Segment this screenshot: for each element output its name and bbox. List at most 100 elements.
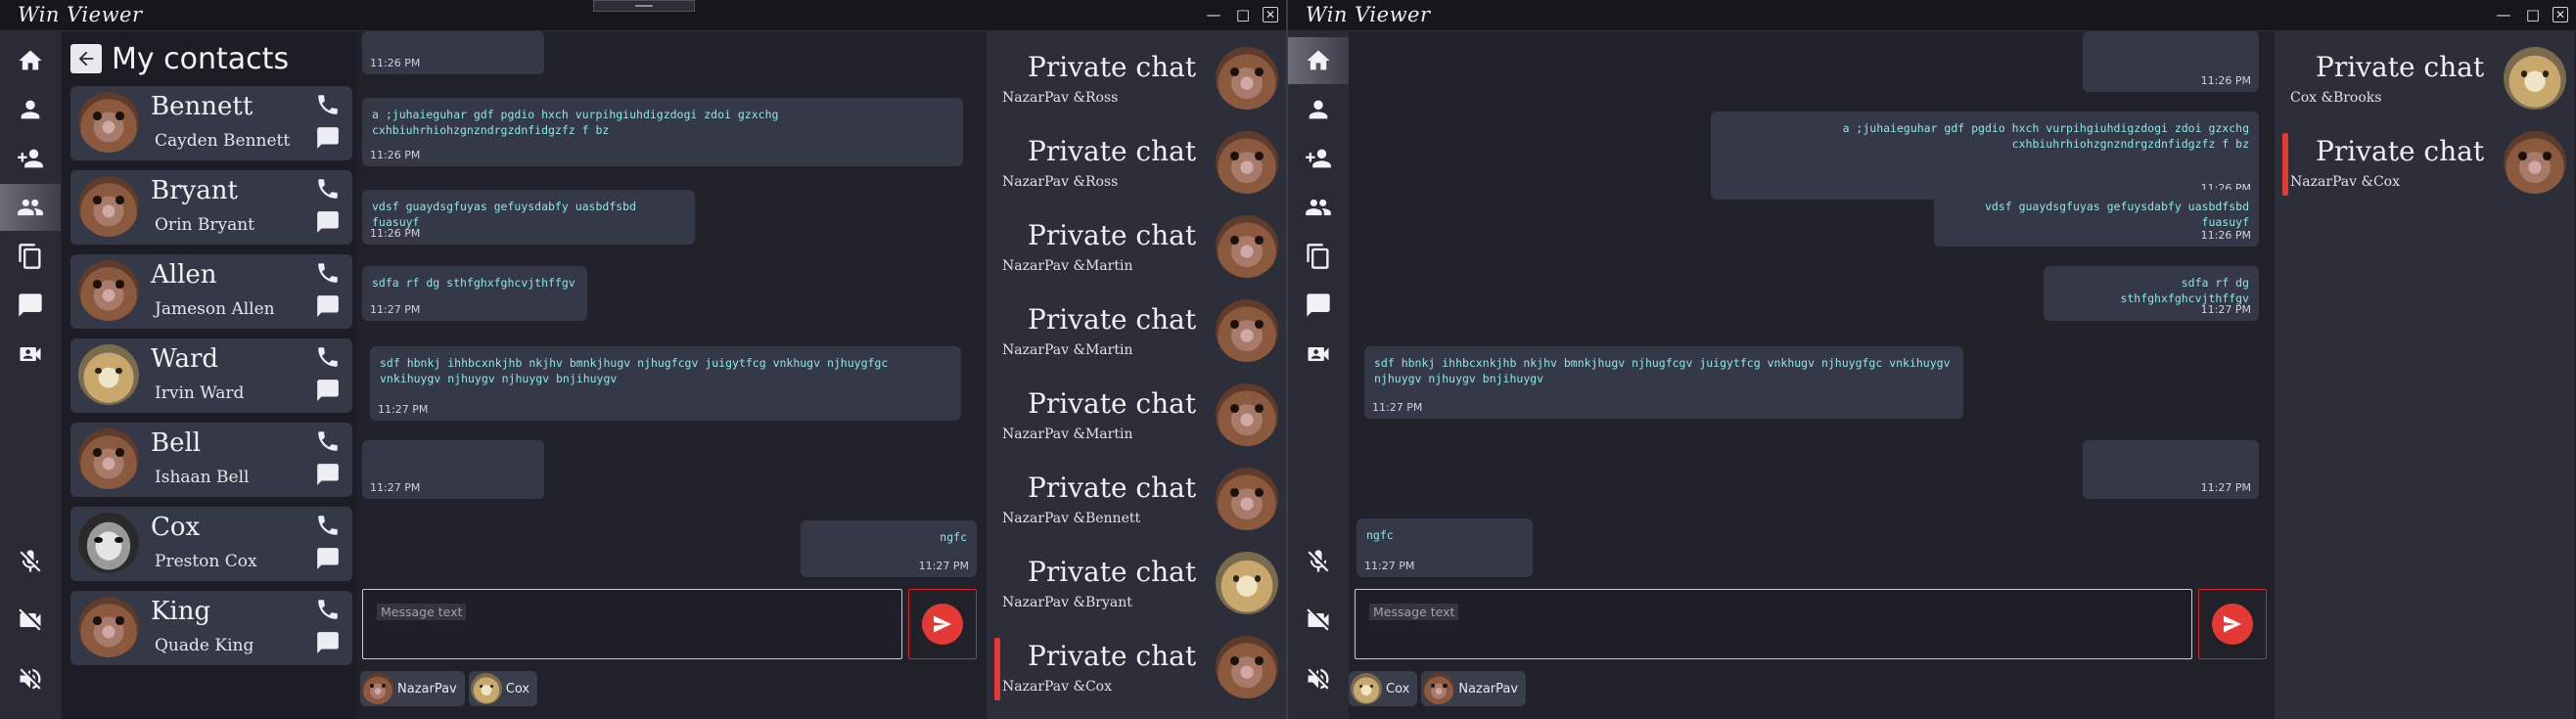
message-bubble[interactable]: 11:26 PM xyxy=(362,31,544,74)
participant-chip[interactable]: Cox xyxy=(1349,671,1418,706)
message-bubble[interactable]: sdf hbnkj ihhbcxnkjhb nkjhv bmnkjhugv nj… xyxy=(370,346,961,421)
message-bubble[interactable]: ngfc 11:27 PM xyxy=(1357,518,1533,577)
phone-icon[interactable] xyxy=(315,92,341,117)
chat-participants: Cox &Brooks xyxy=(2290,90,2382,106)
video-call-icon[interactable] xyxy=(1288,331,1349,378)
back-button[interactable] xyxy=(70,44,102,73)
title-bar[interactable]: Win Viewer — □ ✕ xyxy=(1288,0,2576,31)
maximize-icon[interactable]: □ xyxy=(1233,5,1253,24)
chat-item[interactable]: Private chat NazarPav &Cox xyxy=(987,626,1286,710)
message-bubble[interactable]: sdfa rf dg sthfghxfghcvjthffgv 11:27 PM xyxy=(362,266,587,321)
message-bubble[interactable]: 11:27 PM xyxy=(362,440,544,499)
speaker-off-icon[interactable] xyxy=(1288,655,1349,702)
contact-full-name: Cayden Bennett xyxy=(155,131,291,151)
contact-full-name: Preston Cox xyxy=(155,552,257,571)
message-bubble[interactable]: a ;juhaieguhar gdf pgdio hxch vurpihgiuh… xyxy=(362,98,963,166)
minimize-icon[interactable]: — xyxy=(2494,5,2513,24)
copy-icon[interactable] xyxy=(0,233,61,280)
message-bubble[interactable]: sdfa rf dg sthfghxfghcvjthffgv 11:27 PM xyxy=(2044,266,2259,321)
avatar xyxy=(1351,673,1382,704)
message-list[interactable]: 11:26 PM a ;juhaieguhar gdf pgdio hxch vu… xyxy=(362,31,977,579)
participant-chip[interactable]: NazarPav xyxy=(1421,671,1527,706)
mic-off-icon[interactable] xyxy=(0,538,61,585)
phone-icon[interactable] xyxy=(315,428,341,454)
video-call-icon[interactable] xyxy=(0,331,61,378)
profile-icon[interactable] xyxy=(1288,86,1349,133)
speaker-off-icon[interactable] xyxy=(0,655,61,702)
chat-item[interactable]: Private chat NazarPav &Bryant xyxy=(987,542,1286,626)
message-bubble[interactable]: ngfc 11:27 PM xyxy=(801,520,977,577)
phone-icon[interactable] xyxy=(315,344,341,370)
send-button[interactable] xyxy=(2198,589,2267,659)
chat-name: Private chat xyxy=(1028,387,1197,420)
phone-icon[interactable] xyxy=(315,176,341,202)
chat-item[interactable]: Private chat NazarPav &Bennett xyxy=(987,458,1286,542)
chat-item[interactable]: Private chat NazarPav &Martin xyxy=(987,290,1286,374)
chat-item[interactable]: Private chat NazarPav &Martin xyxy=(987,374,1286,458)
message-icon[interactable] xyxy=(315,209,341,235)
contacts-icon[interactable] xyxy=(1288,184,1349,231)
message-bubble[interactable]: 11:27 PM xyxy=(2083,440,2259,499)
close-icon[interactable]: ✕ xyxy=(2553,7,2568,22)
chat-icon[interactable] xyxy=(1288,282,1349,329)
close-icon[interactable]: ✕ xyxy=(1263,7,1278,22)
phone-icon[interactable] xyxy=(315,597,341,622)
message-bubble[interactable]: sdf hbnkj ihhbcxnkjhb nkjhv bmnkjhugv nj… xyxy=(1364,346,1963,419)
chat-list: Private chat Cox &Brooks Private chat Nazar… xyxy=(2275,31,2574,719)
contact-item[interactable]: Bryant Orin Bryant xyxy=(70,170,352,245)
contacts-icon[interactable] xyxy=(0,184,61,231)
add-contact-icon[interactable] xyxy=(0,135,61,182)
phone-icon[interactable] xyxy=(315,513,341,538)
contact-item[interactable]: Allen Jameson Allen xyxy=(70,254,352,329)
contact-item[interactable]: Ward Irvin Ward xyxy=(70,338,352,413)
chat-item[interactable]: Private chat NazarPav &Martin xyxy=(987,205,1286,290)
message-bubble[interactable]: vdsf guaydsgfuyas gefuysdabfy uasbdfsbd … xyxy=(1934,190,2259,247)
camera-off-icon[interactable] xyxy=(0,597,61,644)
message-bubble[interactable]: a ;juhaieguhar gdf pgdio hxch vurpihgiuh… xyxy=(1711,112,2259,200)
contacts-panel: My contacts Bennett Cayden Bennett Bryant O… xyxy=(63,31,356,719)
contact-item[interactable]: Bennett Cayden Bennett xyxy=(70,86,352,160)
contact-item[interactable]: King Quade King xyxy=(70,591,352,665)
message-bubble[interactable]: vdsf guaydsgfuyas gefuysdabfy uasbdfsbd … xyxy=(362,190,695,245)
add-contact-icon[interactable] xyxy=(1288,135,1349,182)
home-icon[interactable] xyxy=(0,37,61,84)
camera-off-icon[interactable] xyxy=(1288,597,1349,644)
contact-name: Cox xyxy=(151,513,201,542)
chat-item[interactable]: Private chat NazarPav &Cox xyxy=(2275,121,2574,205)
maximize-icon[interactable]: □ xyxy=(2523,5,2543,24)
drag-handle[interactable] xyxy=(593,0,695,12)
message-icon[interactable] xyxy=(315,378,341,403)
message-input[interactable]: Message text xyxy=(362,589,902,659)
message-input[interactable]: Message text xyxy=(1355,589,2192,659)
send-button[interactable] xyxy=(908,589,977,659)
chat-icon[interactable] xyxy=(0,282,61,329)
message-icon[interactable] xyxy=(315,125,341,151)
message-list[interactable]: 11:26 PM a ;juhaieguhar gdf pgdio hxch vu… xyxy=(1357,31,2269,579)
minimize-icon[interactable]: — xyxy=(1204,5,1223,24)
message-icon[interactable] xyxy=(315,293,341,319)
message-text: vdsf guaydsgfuyas gefuysdabfy uasbdfsbd … xyxy=(1984,200,2249,229)
message-text: ngfc xyxy=(1366,528,1394,542)
chat-item[interactable]: Private chat Cox &Brooks xyxy=(2275,37,2574,121)
nav-rail xyxy=(0,31,61,719)
mic-off-icon[interactable] xyxy=(1288,538,1349,585)
message-icon[interactable] xyxy=(315,462,341,487)
message-icon[interactable] xyxy=(315,546,341,571)
chat-participants: NazarPav &Martin xyxy=(1002,427,1133,442)
participant-chip[interactable]: Cox xyxy=(468,671,538,706)
contact-item[interactable]: Cox Preston Cox xyxy=(70,507,352,581)
message-bubble[interactable]: 11:26 PM xyxy=(2083,31,2259,92)
participant-chip[interactable]: NazarPav xyxy=(360,671,465,706)
profile-icon[interactable] xyxy=(0,86,61,133)
phone-icon[interactable] xyxy=(315,260,341,286)
message-icon[interactable] xyxy=(315,630,341,655)
message-text: a ;juhaieguhar gdf pgdio hxch vurpihgiuh… xyxy=(372,108,779,137)
copy-icon[interactable] xyxy=(1288,233,1349,280)
message-time: 11:26 PM xyxy=(2200,74,2251,87)
home-icon[interactable] xyxy=(1288,37,1349,84)
avatar xyxy=(78,260,139,321)
chat-item[interactable]: Private chat NazarPav &Ross xyxy=(987,37,1286,121)
contact-item[interactable]: Bell Ishaan Bell xyxy=(70,423,352,497)
chat-item[interactable]: Private chat NazarPav &Ross xyxy=(987,121,1286,205)
message-time: 11:26 PM xyxy=(2200,229,2251,242)
